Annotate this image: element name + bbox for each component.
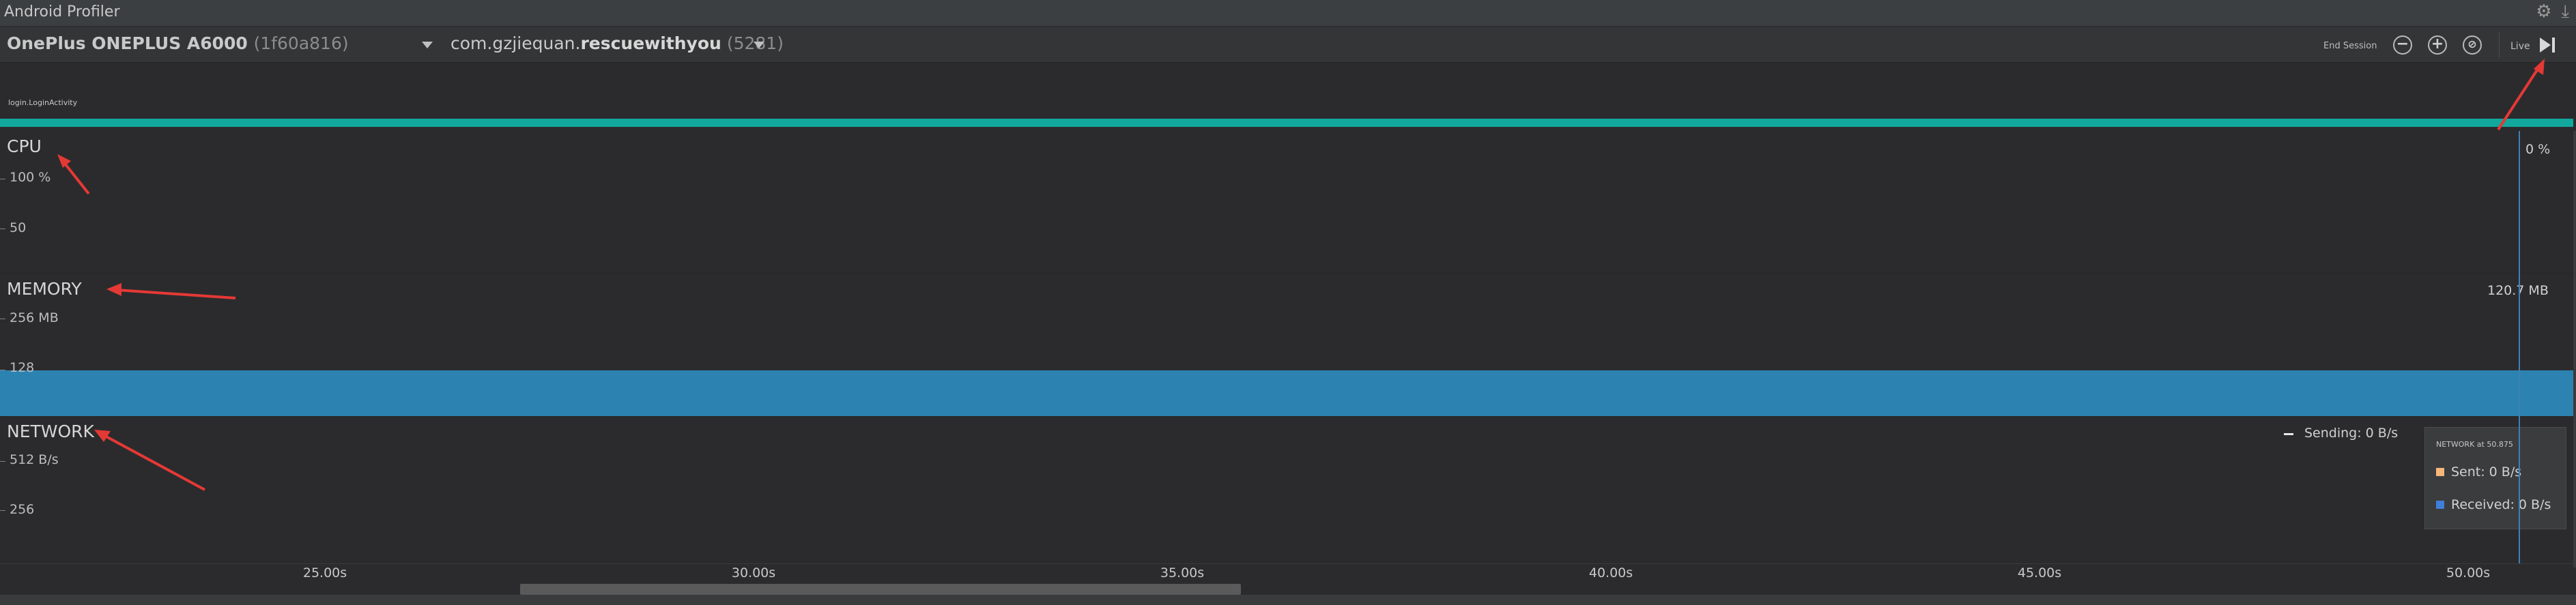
tooltip-sent: Sent: 0 B/s [2451,464,2522,479]
time-tick-label: 40.00s [1588,565,1633,580]
device-selector[interactable]: OnePlus ONEPLUS A6000 (1f60a816) [7,33,349,53]
gear-icon[interactable]: ⚙ [2536,1,2551,23]
plus-circle-icon: + [2431,35,2444,53]
memory-monitor[interactable]: MEMORY 256 MB 128 120.7 MB [0,274,2576,417]
bottom-tool-strip [0,595,2576,605]
device-dropdown-chevron-down-icon[interactable] [422,42,433,48]
reset-zoom-button[interactable]: ⊘ [2463,35,2482,55]
network-axis-mid: 256 [10,502,35,517]
cpu-title: CPU [7,136,42,156]
time-tick-label: 50.00s [2446,565,2491,580]
memory-axis-top: 256 MB [10,310,59,325]
network-tooltip: NETWORK at 50.875 Sent: 0 B/s Received: … [2424,427,2566,529]
received-swatch [2436,501,2444,509]
tooltip-title: NETWORK at 50.875 [2436,440,2513,449]
process-name: rescuewithyou [580,33,721,53]
live-label: Live [2510,41,2530,52]
minus-circle-icon: − [2396,35,2409,53]
hide-icon[interactable]: ⤓ [2562,1,2570,23]
time-tick-label: 25.00s [302,565,347,580]
end-session-button[interactable]: End Session [2323,41,2377,51]
memory-usage-area [0,370,2573,417]
sent-swatch [2436,468,2444,476]
cpu-axis-mid: 50 [10,220,27,235]
process-selector[interactable]: com.gzjiequan.rescuewithyou (5281) [450,33,784,53]
time-axis: 25.00s 30.00s 35.00s 40.00s 45.00s 50.00… [0,563,2576,583]
right-tool-window-stripe[interactable] [2573,131,2576,567]
memory-current-value: 120.7 MB [2487,283,2549,298]
timeline-scrollbar[interactable] [0,582,2576,595]
activity-bar[interactable] [0,119,2573,127]
tooltip-received-row: Received: 0 B/s [2436,497,2551,512]
process-dropdown-chevron-down-icon[interactable] [754,42,764,48]
tooltip-sent-row: Sent: 0 B/s [2436,464,2521,479]
memory-axis-mid: 128 [10,360,35,375]
cpu-current-value: 0 % [2525,142,2551,157]
toolbar-separator [2499,32,2500,58]
title-bar-icons: ⚙ ⤓ [2536,1,2569,23]
cpu-axis-top: 100 % [10,170,51,185]
network-axis-tick [0,510,5,511]
android-profiler-window: Android Profiler ⚙ ⤓ OnePlus ONEPLUS A60… [0,0,2576,605]
zoom-in-button[interactable]: + [2428,35,2447,55]
memory-title: MEMORY [7,279,82,299]
cpu-axis-tick [0,228,5,229]
process-prefix: com.gzjiequan. [450,33,581,53]
event-timeline: login.LoginActivity [0,63,2576,131]
time-tick-label: 30.00s [731,565,776,580]
device-serial: (1f60a816) [253,33,349,53]
device-name: OnePlus ONEPLUS A6000 [7,33,248,53]
title-bar: Android Profiler ⚙ ⤓ [0,0,2576,27]
network-axis-tick [0,461,5,462]
timeline-scrollbar-thumb[interactable] [520,584,1241,595]
cpu-monitor[interactable]: CPU 100 % 50 0 % [0,131,2576,274]
window-title: Android Profiler [4,3,120,20]
sending-legend-label: Sending: 0 B/s [2304,426,2399,441]
zoom-out-button[interactable]: − [2393,35,2412,55]
network-monitor[interactable]: NETWORK 512 B/s 256 Sending: 0 B/s [0,416,2576,564]
tooltip-received: Received: 0 B/s [2451,497,2551,512]
network-title: NETWORK [7,422,94,441]
activity-label: login.LoginActivity [8,98,78,107]
time-tick-label: 45.00s [2017,565,2062,580]
network-axis-top: 512 B/s [10,452,59,467]
time-cursor[interactable] [2519,131,2520,563]
reset-circle-icon: ⊘ [2467,38,2477,50]
time-tick-label: 35.00s [1160,565,1205,580]
go-live-icon[interactable] [2537,35,2558,55]
profiler-toolbar: OnePlus ONEPLUS A6000 (1f60a816) com.gzj… [0,27,2576,63]
sending-legend-icon [2284,433,2293,435]
